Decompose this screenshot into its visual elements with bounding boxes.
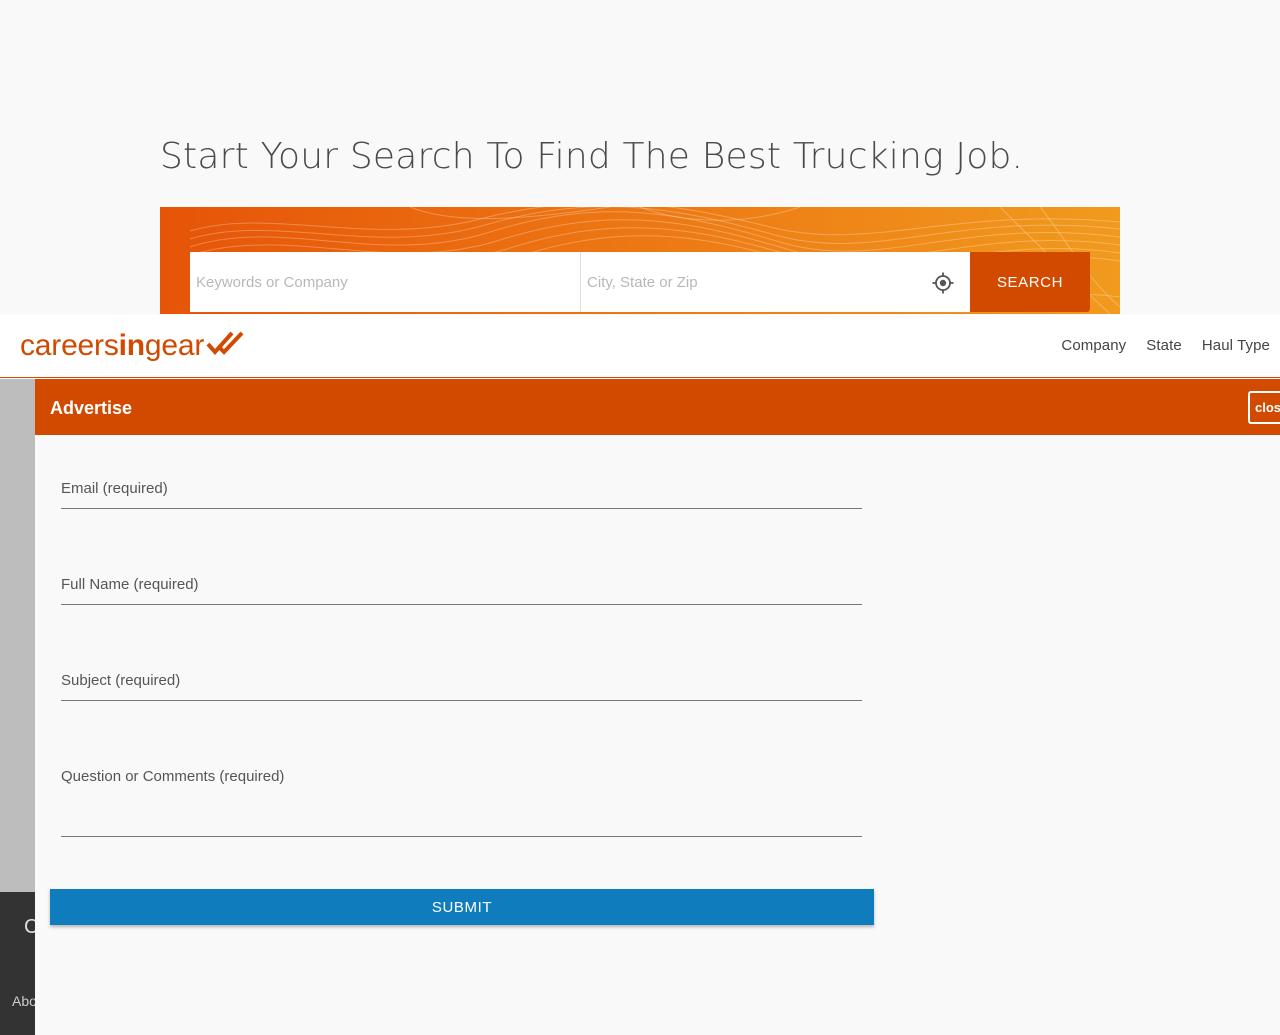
keywords-input[interactable] (190, 252, 580, 312)
careersingear-logo[interactable]: careers in gear (20, 329, 246, 363)
background-section-light (0, 379, 36, 892)
search-button[interactable]: SEARCH (970, 252, 1090, 312)
hero-title: Start Your Search To Find The Best Truck… (160, 136, 1024, 177)
comments-field[interactable] (61, 787, 862, 837)
modal-header: Advertise clos (35, 379, 1280, 435)
subject-field[interactable] (61, 691, 862, 701)
logo-text-gear: gear (144, 329, 205, 362)
main-nav: Company State Haul Type (1061, 337, 1270, 354)
full-name-field-group: Full Name (required) (61, 576, 862, 605)
email-field-group: Email (required) (61, 480, 862, 509)
close-button[interactable]: clos (1248, 391, 1280, 424)
full-name-field[interactable] (61, 595, 862, 605)
search-banner: SEARCH (160, 207, 1120, 314)
subject-label: Subject (required) (61, 672, 181, 689)
background-about-link: Abo (12, 993, 37, 1009)
subject-field-group: Subject (required) (61, 672, 862, 701)
logo-text-careers: careers (20, 329, 119, 362)
nav-state[interactable]: State (1146, 337, 1182, 354)
comments-label: Question or Comments (required) (61, 768, 285, 785)
email-field[interactable] (61, 499, 862, 509)
advertise-modal: Advertise clos Email (required) Full Nam… (35, 379, 1280, 1035)
location-input[interactable] (580, 252, 970, 312)
nav-haul-type[interactable]: Haul Type (1202, 337, 1270, 354)
modal-title: Advertise (50, 398, 133, 418)
email-label: Email (required) (61, 480, 168, 497)
logo-text-in: in (118, 329, 145, 362)
nav-company[interactable]: Company (1061, 337, 1126, 354)
crosshair-target-icon[interactable] (930, 270, 956, 296)
full-name-label: Full Name (required) (61, 576, 199, 593)
site-header: careers in gear Company State Haul Type (0, 315, 1280, 378)
double-check-icon (206, 331, 244, 356)
submit-button[interactable]: SUBMIT (50, 889, 874, 925)
background-footer (0, 892, 36, 1035)
comments-field-group: Question or Comments (required) (61, 768, 862, 837)
